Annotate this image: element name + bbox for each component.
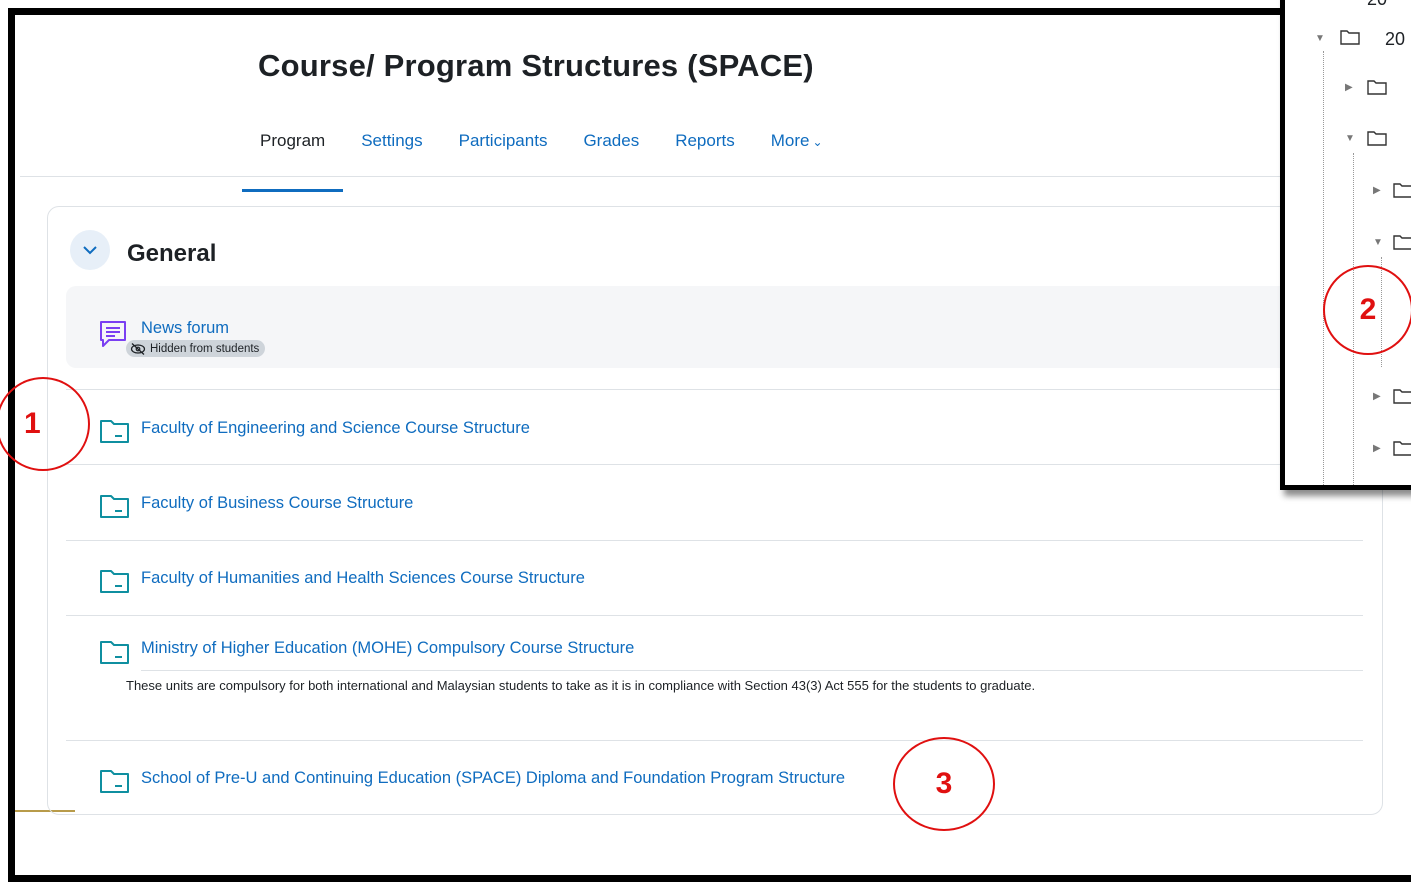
folder-icon	[1393, 183, 1411, 198]
section-title: General	[127, 240, 217, 267]
description-divider	[141, 670, 1363, 671]
tab-more[interactable]: More ⌄	[753, 120, 841, 177]
folder-description: These units are compulsory for both inte…	[126, 678, 1036, 693]
folder-link-mohe[interactable]: Ministry of Higher Education (MOHE) Comp…	[141, 639, 634, 658]
folder-link-business[interactable]: Faculty of Business Course Structure	[141, 494, 413, 513]
chevron-down-icon	[83, 246, 97, 255]
folder-icon	[1340, 30, 1360, 45]
collapsed-triangle-icon[interactable]: ▶	[1345, 82, 1353, 93]
folder-icon	[100, 641, 129, 664]
collapsed-triangle-icon[interactable]: ▶	[1373, 391, 1381, 402]
folder-icon	[100, 420, 129, 443]
folder-icon	[100, 770, 129, 793]
expanded-triangle-icon[interactable]: ▼	[1345, 133, 1355, 144]
course-tabs: Program Settings Participants Grades Rep…	[242, 120, 841, 192]
row-divider	[66, 615, 1363, 616]
tree-label: 20	[1367, 0, 1387, 10]
hidden-from-students-badge: Hidden from students	[126, 340, 266, 357]
expanded-triangle-icon[interactable]: ▼	[1315, 33, 1325, 44]
annotation-2: 2	[1323, 265, 1411, 355]
tab-grades[interactable]: Grades	[565, 120, 657, 177]
page-title: Course/ Program Structures (SPACE)	[258, 48, 814, 83]
row-divider	[66, 464, 1363, 465]
tree-guide-line	[1323, 51, 1324, 485]
forum-icon	[100, 321, 126, 347]
section-collapse-button[interactable]	[70, 230, 110, 270]
folder-icon	[100, 570, 129, 593]
tab-settings[interactable]: Settings	[343, 120, 440, 177]
row-divider	[66, 389, 1363, 390]
folder-icon	[1367, 131, 1387, 146]
annotation-1: 1	[0, 377, 90, 471]
folder-icon	[100, 495, 129, 518]
chevron-down-icon: ⌄	[812, 135, 823, 149]
expanded-triangle-icon[interactable]: ▼	[1373, 237, 1383, 248]
annotation-3: 3	[893, 737, 995, 831]
tab-more-label: More	[770, 131, 810, 150]
folder-link-space[interactable]: School of Pre-U and Continuing Education…	[141, 769, 845, 788]
tab-program[interactable]: Program	[242, 120, 344, 192]
folder-icon	[1393, 389, 1411, 404]
row-divider	[66, 540, 1363, 541]
news-forum-link[interactable]: News forum	[141, 319, 229, 338]
tab-participants[interactable]: Participants	[441, 120, 566, 177]
tabs-divider	[20, 176, 1400, 177]
folder-icon	[1393, 235, 1411, 250]
folder-link-engineering[interactable]: Faculty of Engineering and Science Cours…	[141, 419, 530, 438]
folder-icon	[1367, 80, 1387, 95]
row-divider	[66, 740, 1363, 741]
collapsed-triangle-icon[interactable]: ▶	[1373, 185, 1381, 196]
eye-slash-icon	[130, 342, 146, 355]
collapsed-triangle-icon[interactable]: ▶	[1373, 443, 1381, 454]
folder-link-humanities[interactable]: Faculty of Humanities and Health Science…	[141, 569, 585, 588]
tab-reports[interactable]: Reports	[657, 120, 753, 177]
badge-text: Hidden from students	[150, 342, 260, 355]
folder-tree-inset: 20 ▼ 20 ▶ ▼ ▶ ▼ ▶ ▶	[1280, 0, 1411, 490]
tree-label: 20	[1385, 29, 1406, 49]
folder-icon	[1393, 441, 1411, 456]
